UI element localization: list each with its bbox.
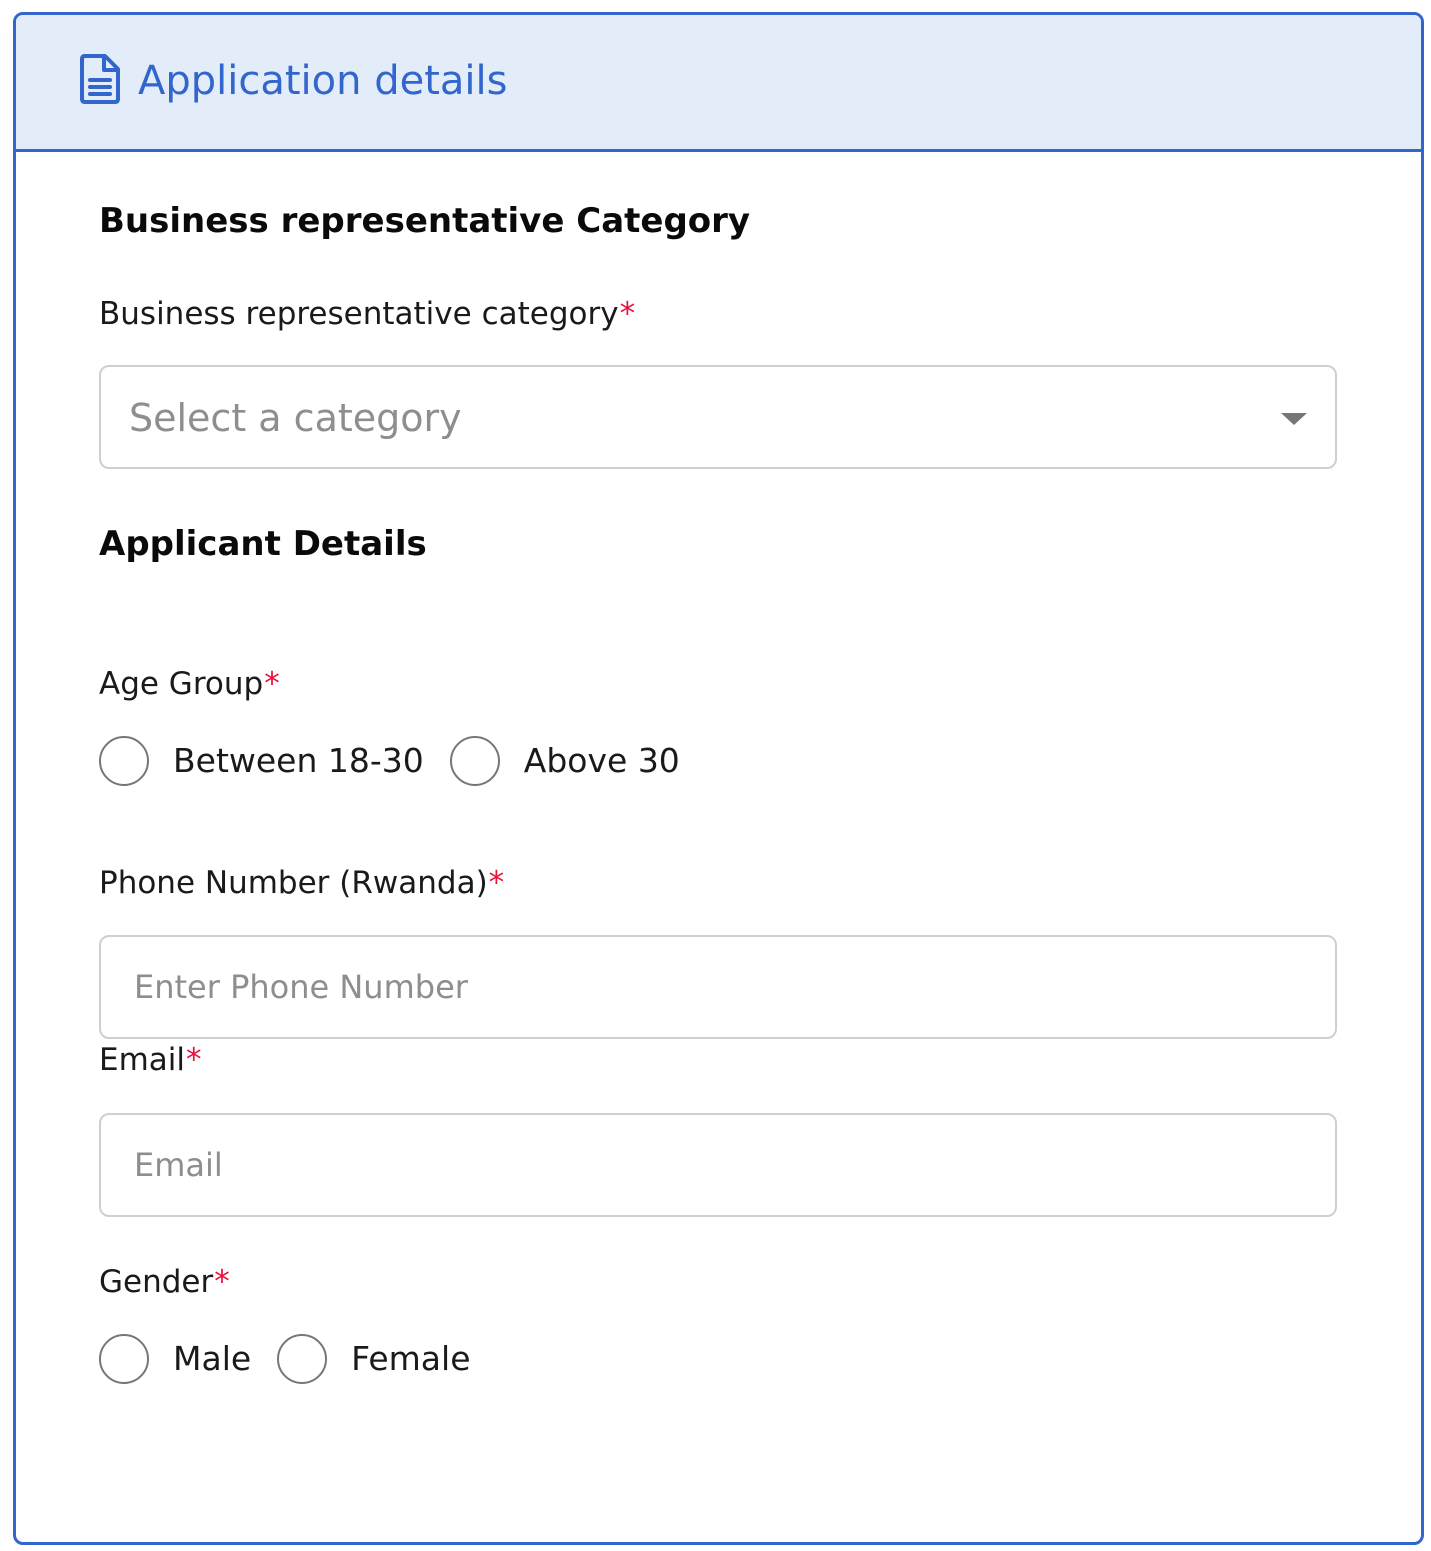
age-radio-18-30[interactable]: Between 18-30 [99,736,424,786]
age-radio-above-30[interactable]: Above 30 [449,736,680,786]
chevron-down-icon [1281,413,1307,425]
gender-label-text: Gender [99,1264,214,1300]
gender-radio-male[interactable]: Male [99,1334,251,1384]
radio-button[interactable] [99,1334,149,1384]
required-mark: * [488,865,505,901]
business-section-title: Business representative Category [99,201,751,241]
radio-label: Female [351,1339,471,1378]
document-icon [78,53,122,105]
phone-label-text: Phone Number (Rwanda) [99,865,488,901]
category-label: Business representative category* [99,293,635,335]
category-select[interactable]: Select a category [99,365,1337,469]
gender-radio-group: Male Female [99,1331,497,1387]
radio-label: Male [173,1339,252,1378]
card-title: Application details [138,58,508,104]
email-label: Email* [99,1039,202,1081]
required-mark: * [619,296,636,332]
radio-button[interactable] [277,1334,328,1384]
email-input[interactable] [99,1113,1337,1217]
required-mark: * [214,1264,230,1300]
phone-input[interactable] [99,935,1337,1039]
category-select-placeholder: Select a category [129,396,462,440]
gender-label: Gender* [99,1261,230,1303]
gender-radio-female[interactable]: Female [277,1334,471,1384]
applicant-section-title: Applicant Details [99,524,427,564]
radio-label: Between 18-30 [173,741,424,780]
age-group-radio-group: Between 18-30 Above 30 [99,733,706,789]
radio-button[interactable] [449,736,500,786]
phone-label: Phone Number (Rwanda)* [99,862,504,904]
required-mark: * [264,666,280,702]
card-header: Application details [16,15,1421,152]
radio-label: Above 30 [523,741,680,780]
email-label-text: Email [99,1042,186,1078]
age-group-label: Age Group* [99,663,280,705]
category-label-text: Business representative category [99,296,619,332]
radio-button[interactable] [99,736,149,786]
age-group-label-text: Age Group [99,666,264,702]
required-mark: * [186,1042,202,1078]
application-details-card: Application details Business representat… [13,12,1424,1545]
